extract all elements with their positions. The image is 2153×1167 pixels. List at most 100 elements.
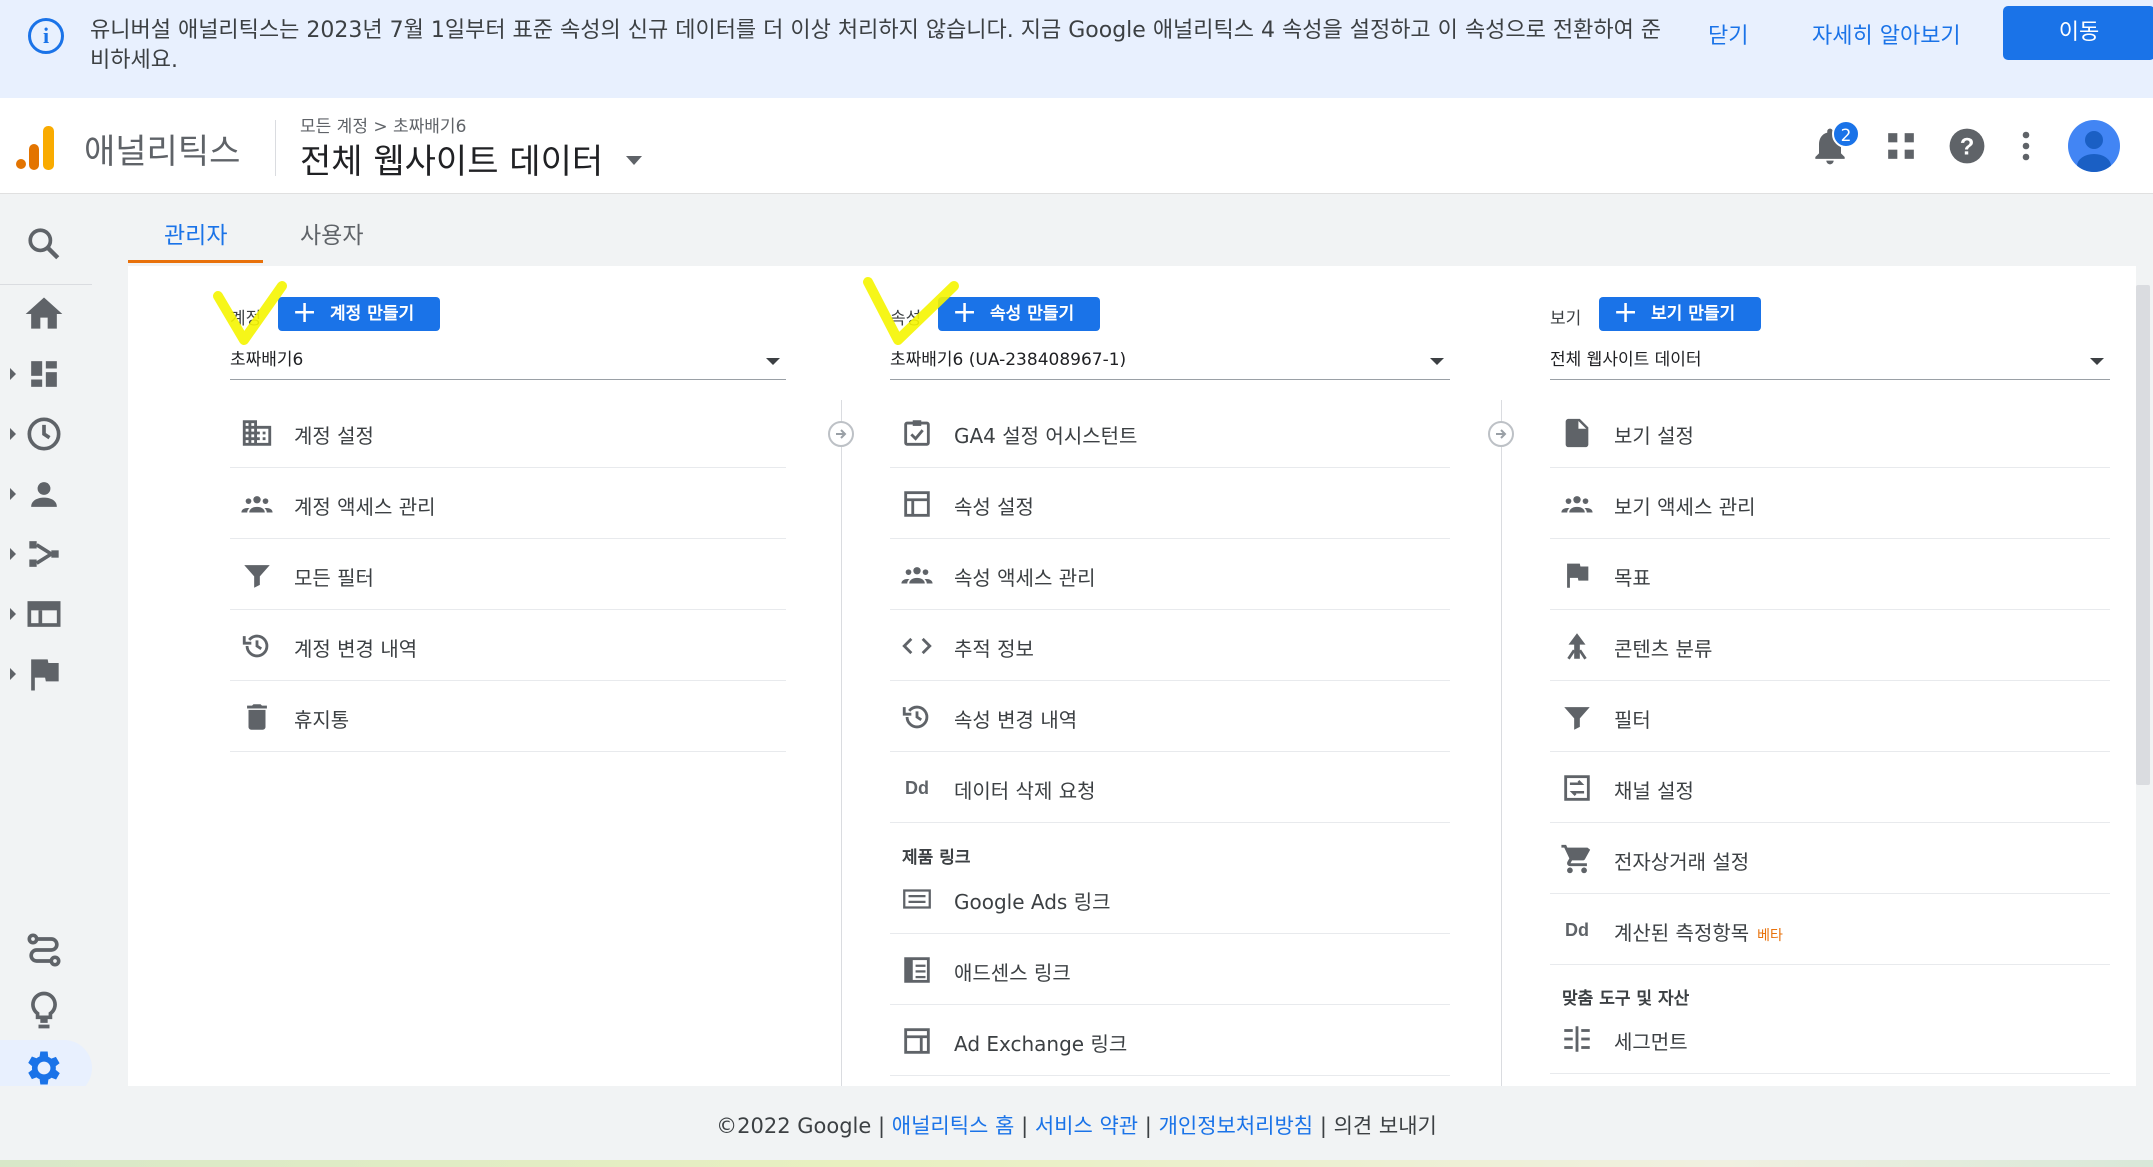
expand-arrow-icon[interactable] [10, 608, 16, 620]
help-icon[interactable]: ? [1945, 124, 1989, 168]
goals-item[interactable]: 목표 [1550, 540, 2110, 610]
person-icon[interactable] [22, 472, 66, 516]
create-view-button[interactable]: + 보기 만들기 [1599, 297, 1761, 331]
ga4-setup-assistant-item[interactable]: GA4 설정 어시스턴트 [890, 398, 1450, 468]
account-select[interactable]: 초짜배기6 [230, 342, 786, 380]
home-icon[interactable] [22, 292, 66, 336]
item-label: 속성 변경 내역 [954, 708, 1078, 732]
clock-icon[interactable] [22, 412, 66, 456]
expand-arrow-icon[interactable] [10, 488, 16, 500]
adsense-icon [900, 953, 934, 987]
ecommerce-settings-item[interactable]: 전자상거래 설정 [1550, 824, 2110, 894]
view-access-item[interactable]: 보기 액세스 관리 [1550, 469, 2110, 539]
adexchange-icon [900, 1024, 934, 1058]
trash-item[interactable]: 휴지통 [230, 682, 786, 752]
learn-more-link[interactable]: 자세히 알아보기 [1812, 18, 1961, 50]
beta-badge: 베타 [1757, 928, 1783, 944]
content-grouping-item[interactable]: 콘텐츠 분류 [1550, 611, 2110, 681]
property-history-item[interactable]: 속성 변경 내역 [890, 682, 1450, 752]
google-ads-link-item[interactable]: Google Ads 링크 [890, 864, 1450, 934]
footer: ©2022 Google | 애널리틱스 홈 | 서비스 약관 | 개인정보처리… [0, 1086, 2153, 1167]
search-icon[interactable] [22, 222, 66, 266]
calculated-metrics-item[interactable]: Dd 계산된 측정항목 베타 [1550, 895, 2110, 965]
item-label: 보기 설정 [1614, 424, 1694, 448]
people-icon [1560, 487, 1594, 521]
header-divider [275, 120, 276, 176]
all-filters-item[interactable]: 모든 필터 [230, 540, 786, 610]
create-view-label: 보기 만들기 [1651, 304, 1736, 324]
notification-badge: 2 [1832, 120, 1860, 148]
go-button[interactable]: 이동 [2003, 6, 2153, 60]
ad-exchange-link-item[interactable]: Ad Exchange 링크 [890, 1006, 1450, 1076]
dismiss-link[interactable]: 닫기 [1708, 18, 1748, 50]
gear-icon[interactable] [22, 1046, 66, 1090]
item-label: 세그먼트 [1614, 1030, 1688, 1054]
active-tab-indicator [128, 260, 263, 263]
trash-icon [240, 700, 274, 734]
attribution-icon[interactable] [22, 928, 66, 972]
channel-settings-item[interactable]: 채널 설정 [1550, 753, 2110, 823]
behavior-icon[interactable] [22, 592, 66, 636]
property-access-item[interactable]: 속성 액세스 관리 [890, 540, 1450, 610]
expand-arrow-icon[interactable] [10, 668, 16, 680]
analytics-home-link[interactable]: 애널리틱스 홈 [892, 1114, 1015, 1138]
apps-grid-icon[interactable] [1879, 124, 1923, 168]
data-deletion-item[interactable]: Dd 데이터 삭제 요청 [890, 753, 1450, 823]
adsense-link-item[interactable]: 애드센스 링크 [890, 935, 1450, 1005]
scrollbar[interactable] [2136, 285, 2150, 785]
account-history-item[interactable]: 계정 변경 내역 [230, 611, 786, 681]
account-settings-item[interactable]: 계정 설정 [230, 398, 786, 468]
deprecation-banner: i 유니버설 애널리틱스는 2023년 7월 1일부터 표준 속성의 신규 데이… [0, 0, 2153, 98]
terms-link[interactable]: 서비스 약관 [1035, 1114, 1138, 1138]
admin-tabs: 관리자 사용자 [128, 194, 2136, 266]
view-selector[interactable]: 전체 웹사이트 데이터 [300, 134, 603, 183]
item-label: 필터 [1614, 708, 1651, 732]
avatar[interactable] [2068, 120, 2120, 172]
acquisition-icon[interactable] [22, 532, 66, 576]
view-filters-item[interactable]: 필터 [1550, 682, 2110, 752]
item-label: 보기 액세스 관리 [1614, 495, 1756, 519]
view-select[interactable]: 전체 웹사이트 데이터 [1550, 342, 2110, 380]
feedback-link[interactable]: 의견 보내기 [1334, 1114, 1437, 1138]
channel-icon [1560, 771, 1594, 805]
create-account-button[interactable]: + 계정 만들기 [278, 297, 440, 331]
tab-admin[interactable]: 관리자 [164, 216, 227, 250]
people-icon [240, 487, 274, 521]
expand-arrow-icon[interactable] [10, 368, 16, 380]
expand-arrow-icon[interactable] [10, 548, 16, 560]
history-icon [240, 629, 274, 663]
annotation-check-mark [863, 277, 959, 345]
footer-separator: | [1319, 1114, 1327, 1138]
content-icon [1560, 629, 1594, 663]
item-label: Ad Exchange 링크 [954, 1032, 1128, 1056]
view-settings-item[interactable]: 보기 설정 [1550, 398, 2110, 468]
account-access-item[interactable]: 계정 액세스 관리 [230, 469, 786, 539]
dropdown-caret-icon [1430, 358, 1444, 365]
segments-item[interactable]: 세그먼트 [1550, 1004, 2110, 1074]
footer-separator: | [878, 1114, 886, 1138]
lightbulb-icon[interactable] [22, 988, 66, 1032]
dashboards-icon[interactable] [22, 352, 66, 396]
property-settings-item[interactable]: 속성 설정 [890, 469, 1450, 539]
column-separator [841, 400, 842, 1086]
arrow-right-circle-icon [1488, 421, 1514, 447]
property-select[interactable]: 초짜배기6 (UA-238408967-1) [890, 342, 1450, 380]
document-icon [1560, 416, 1594, 450]
filter-icon [240, 558, 274, 592]
analytics-logo-icon[interactable] [16, 126, 56, 170]
chevron-down-icon[interactable] [626, 156, 642, 165]
more-vert-icon[interactable] [2004, 124, 2048, 168]
footer-separator: | [1021, 1114, 1029, 1138]
item-label: 계정 변경 내역 [294, 637, 418, 661]
history-icon [900, 700, 934, 734]
item-label: 데이터 삭제 요청 [954, 779, 1096, 803]
expand-arrow-icon[interactable] [10, 428, 16, 440]
svg-text:Dd: Dd [905, 778, 929, 798]
privacy-link[interactable]: 개인정보처리방침 [1159, 1114, 1314, 1138]
arrow-right-circle-icon [828, 421, 854, 447]
cart-icon [1560, 842, 1594, 876]
tracking-info-item[interactable]: 추적 정보 [890, 611, 1450, 681]
tab-user[interactable]: 사용자 [300, 216, 363, 250]
flag-icon[interactable] [22, 652, 66, 696]
item-label: GA4 설정 어시스턴트 [954, 424, 1138, 448]
